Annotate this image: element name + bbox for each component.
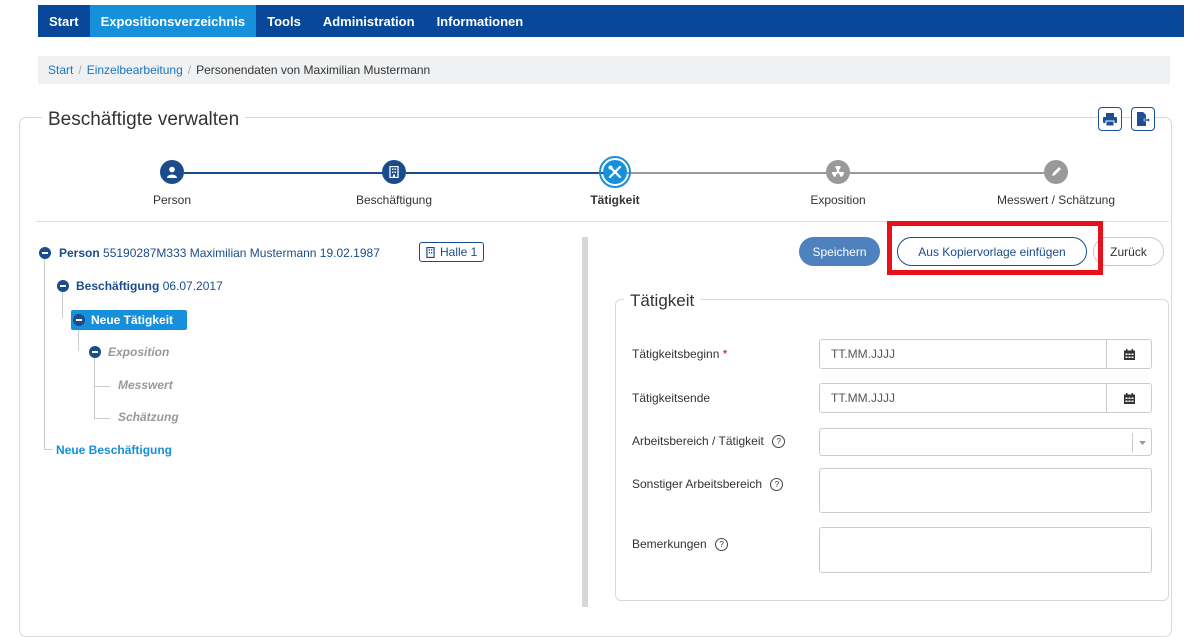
other-area-label: Sonstiger Arbeitsbereich ? <box>632 477 784 492</box>
tree-connector <box>94 358 95 418</box>
tree-connector <box>62 292 63 318</box>
highlight-box <box>887 221 1103 275</box>
calendar-icon <box>1123 348 1135 360</box>
end-date-input[interactable] <box>831 384 1101 412</box>
start-date-input[interactable] <box>831 340 1101 368</box>
other-area-label-text: Sonstiger Arbeitsbereich <box>632 477 763 491</box>
help-icon[interactable]: ? <box>772 435 786 449</box>
tree-connector <box>44 449 53 450</box>
start-date-field[interactable] <box>819 339 1152 369</box>
halle-badge-label: Halle 1 <box>440 245 478 259</box>
nav-expositionsverzeichnis[interactable]: Expositionsverzeichnis <box>89 5 257 37</box>
print-icon <box>1103 112 1117 126</box>
help-icon[interactable]: ? <box>770 478 784 492</box>
step-messwert-circle[interactable] <box>1044 160 1068 184</box>
remarks-label: Bemerkungen ? <box>632 537 729 552</box>
step-person-circle[interactable] <box>160 160 184 184</box>
tree-node-taetigkeit[interactable]: Neue Tätigkeit <box>91 313 173 327</box>
tree-connector <box>44 258 45 450</box>
remarks-label-text: Bemerkungen <box>632 537 707 551</box>
step-taetigkeit-circle[interactable] <box>603 160 627 184</box>
start-label: Tätigkeitsbeginn * <box>632 347 727 361</box>
tree-node-person[interactable]: Person 55190287M333 Maximilian Musterman… <box>59 246 380 260</box>
stepper-connector <box>184 172 394 174</box>
form-title: Tätigkeit <box>624 291 701 311</box>
end-date-field[interactable] <box>819 383 1152 413</box>
remarks-textarea[interactable] <box>819 527 1152 573</box>
tree-node-schaetzung[interactable]: Schätzung <box>118 410 179 424</box>
tree-collapse-exposition[interactable] <box>89 346 101 358</box>
step-label-person: Person <box>152 193 192 207</box>
nav-administration[interactable]: Administration <box>312 5 426 37</box>
tree-person-detail: 55190287M333 Maximilian Mustermann 19.02… <box>103 246 380 260</box>
print-button[interactable] <box>1098 107 1122 131</box>
breadcrumb-start[interactable]: Start <box>48 63 73 77</box>
step-label-messwert: Messwert / Schätzung <box>996 193 1116 207</box>
tree-connector <box>94 386 110 387</box>
tree-person-label: Person <box>59 246 100 260</box>
pencil-icon <box>1052 167 1061 176</box>
step-label-exposition: Exposition <box>810 193 866 207</box>
tree-node-beschaeftigung[interactable]: Beschäftigung 06.07.2017 <box>76 279 223 293</box>
area-label-text: Arbeitsbereich / Tätigkeit <box>632 434 764 448</box>
chevron-down-icon <box>1138 440 1146 445</box>
step-label-taetigkeit: Tätigkeit <box>590 193 640 207</box>
radiation-icon <box>832 165 844 178</box>
export-button[interactable] <box>1131 107 1155 131</box>
start-label-text: Tätigkeitsbeginn <box>632 347 720 361</box>
end-calendar-button[interactable] <box>1106 384 1151 412</box>
step-beschaeftigung-circle[interactable] <box>382 160 406 184</box>
tools-icon <box>608 165 622 179</box>
save-button[interactable]: Speichern <box>799 237 880 266</box>
tree-node-neue-beschaeftigung[interactable]: Neue Beschäftigung <box>56 443 172 457</box>
tree-node-exposition[interactable]: Exposition <box>108 345 169 359</box>
tree-collapse-taetigkeit[interactable] <box>73 314 85 326</box>
start-calendar-button[interactable] <box>1106 340 1151 368</box>
building-icon <box>426 246 435 258</box>
breadcrumb-einzelbearbeitung[interactable]: Einzelbearbeitung <box>87 63 183 77</box>
tree-beschaeftigung-label: Beschäftigung <box>76 279 160 293</box>
export-icon <box>1137 112 1150 126</box>
nav-start[interactable]: Start <box>38 5 90 37</box>
tree-beschaeftigung-date: 06.07.2017 <box>162 279 223 293</box>
area-dropdown-toggle[interactable] <box>1132 433 1151 453</box>
breadcrumb-separator: / <box>187 63 192 77</box>
tree-collapse-beschaeftigung[interactable] <box>57 280 69 292</box>
tree-connector <box>94 418 110 419</box>
stepper-connector <box>848 172 1048 174</box>
breadcrumb-current: Personendaten von Maximilian Mustermann <box>196 63 431 77</box>
split-divider[interactable] <box>582 237 588 607</box>
tree-collapse-person[interactable] <box>39 247 51 259</box>
end-label: Tätigkeitsende <box>632 391 711 405</box>
halle-badge[interactable]: Halle 1 <box>419 242 485 262</box>
required-mark: * <box>722 347 728 361</box>
area-label: Arbeitsbereich / Tätigkeit ? <box>632 434 786 449</box>
breadcrumb: Start / Einzelbearbeitung / Personendate… <box>38 56 1170 84</box>
back-button[interactable]: Zurück <box>1093 237 1164 266</box>
help-icon[interactable]: ? <box>715 538 729 552</box>
nav-tools[interactable]: Tools <box>256 5 312 37</box>
tree-node-messwert[interactable]: Messwert <box>118 378 173 392</box>
building-icon <box>389 166 399 178</box>
other-area-textarea[interactable] <box>819 468 1152 513</box>
stepper-connector <box>627 172 827 174</box>
calendar-icon <box>1123 392 1135 404</box>
breadcrumb-separator: / <box>78 63 82 77</box>
stepper-connector <box>406 172 606 174</box>
step-exposition-circle[interactable] <box>826 160 850 184</box>
area-select[interactable] <box>819 428 1152 456</box>
nav-informationen[interactable]: Informationen <box>426 5 535 37</box>
user-icon <box>167 166 177 178</box>
page-title: Beschäftigte verwalten <box>42 109 246 131</box>
step-label-beschaeftigung: Beschäftigung <box>355 193 433 207</box>
top-navigation: Start Expositionsverzeichnis Tools Admin… <box>38 5 1184 37</box>
